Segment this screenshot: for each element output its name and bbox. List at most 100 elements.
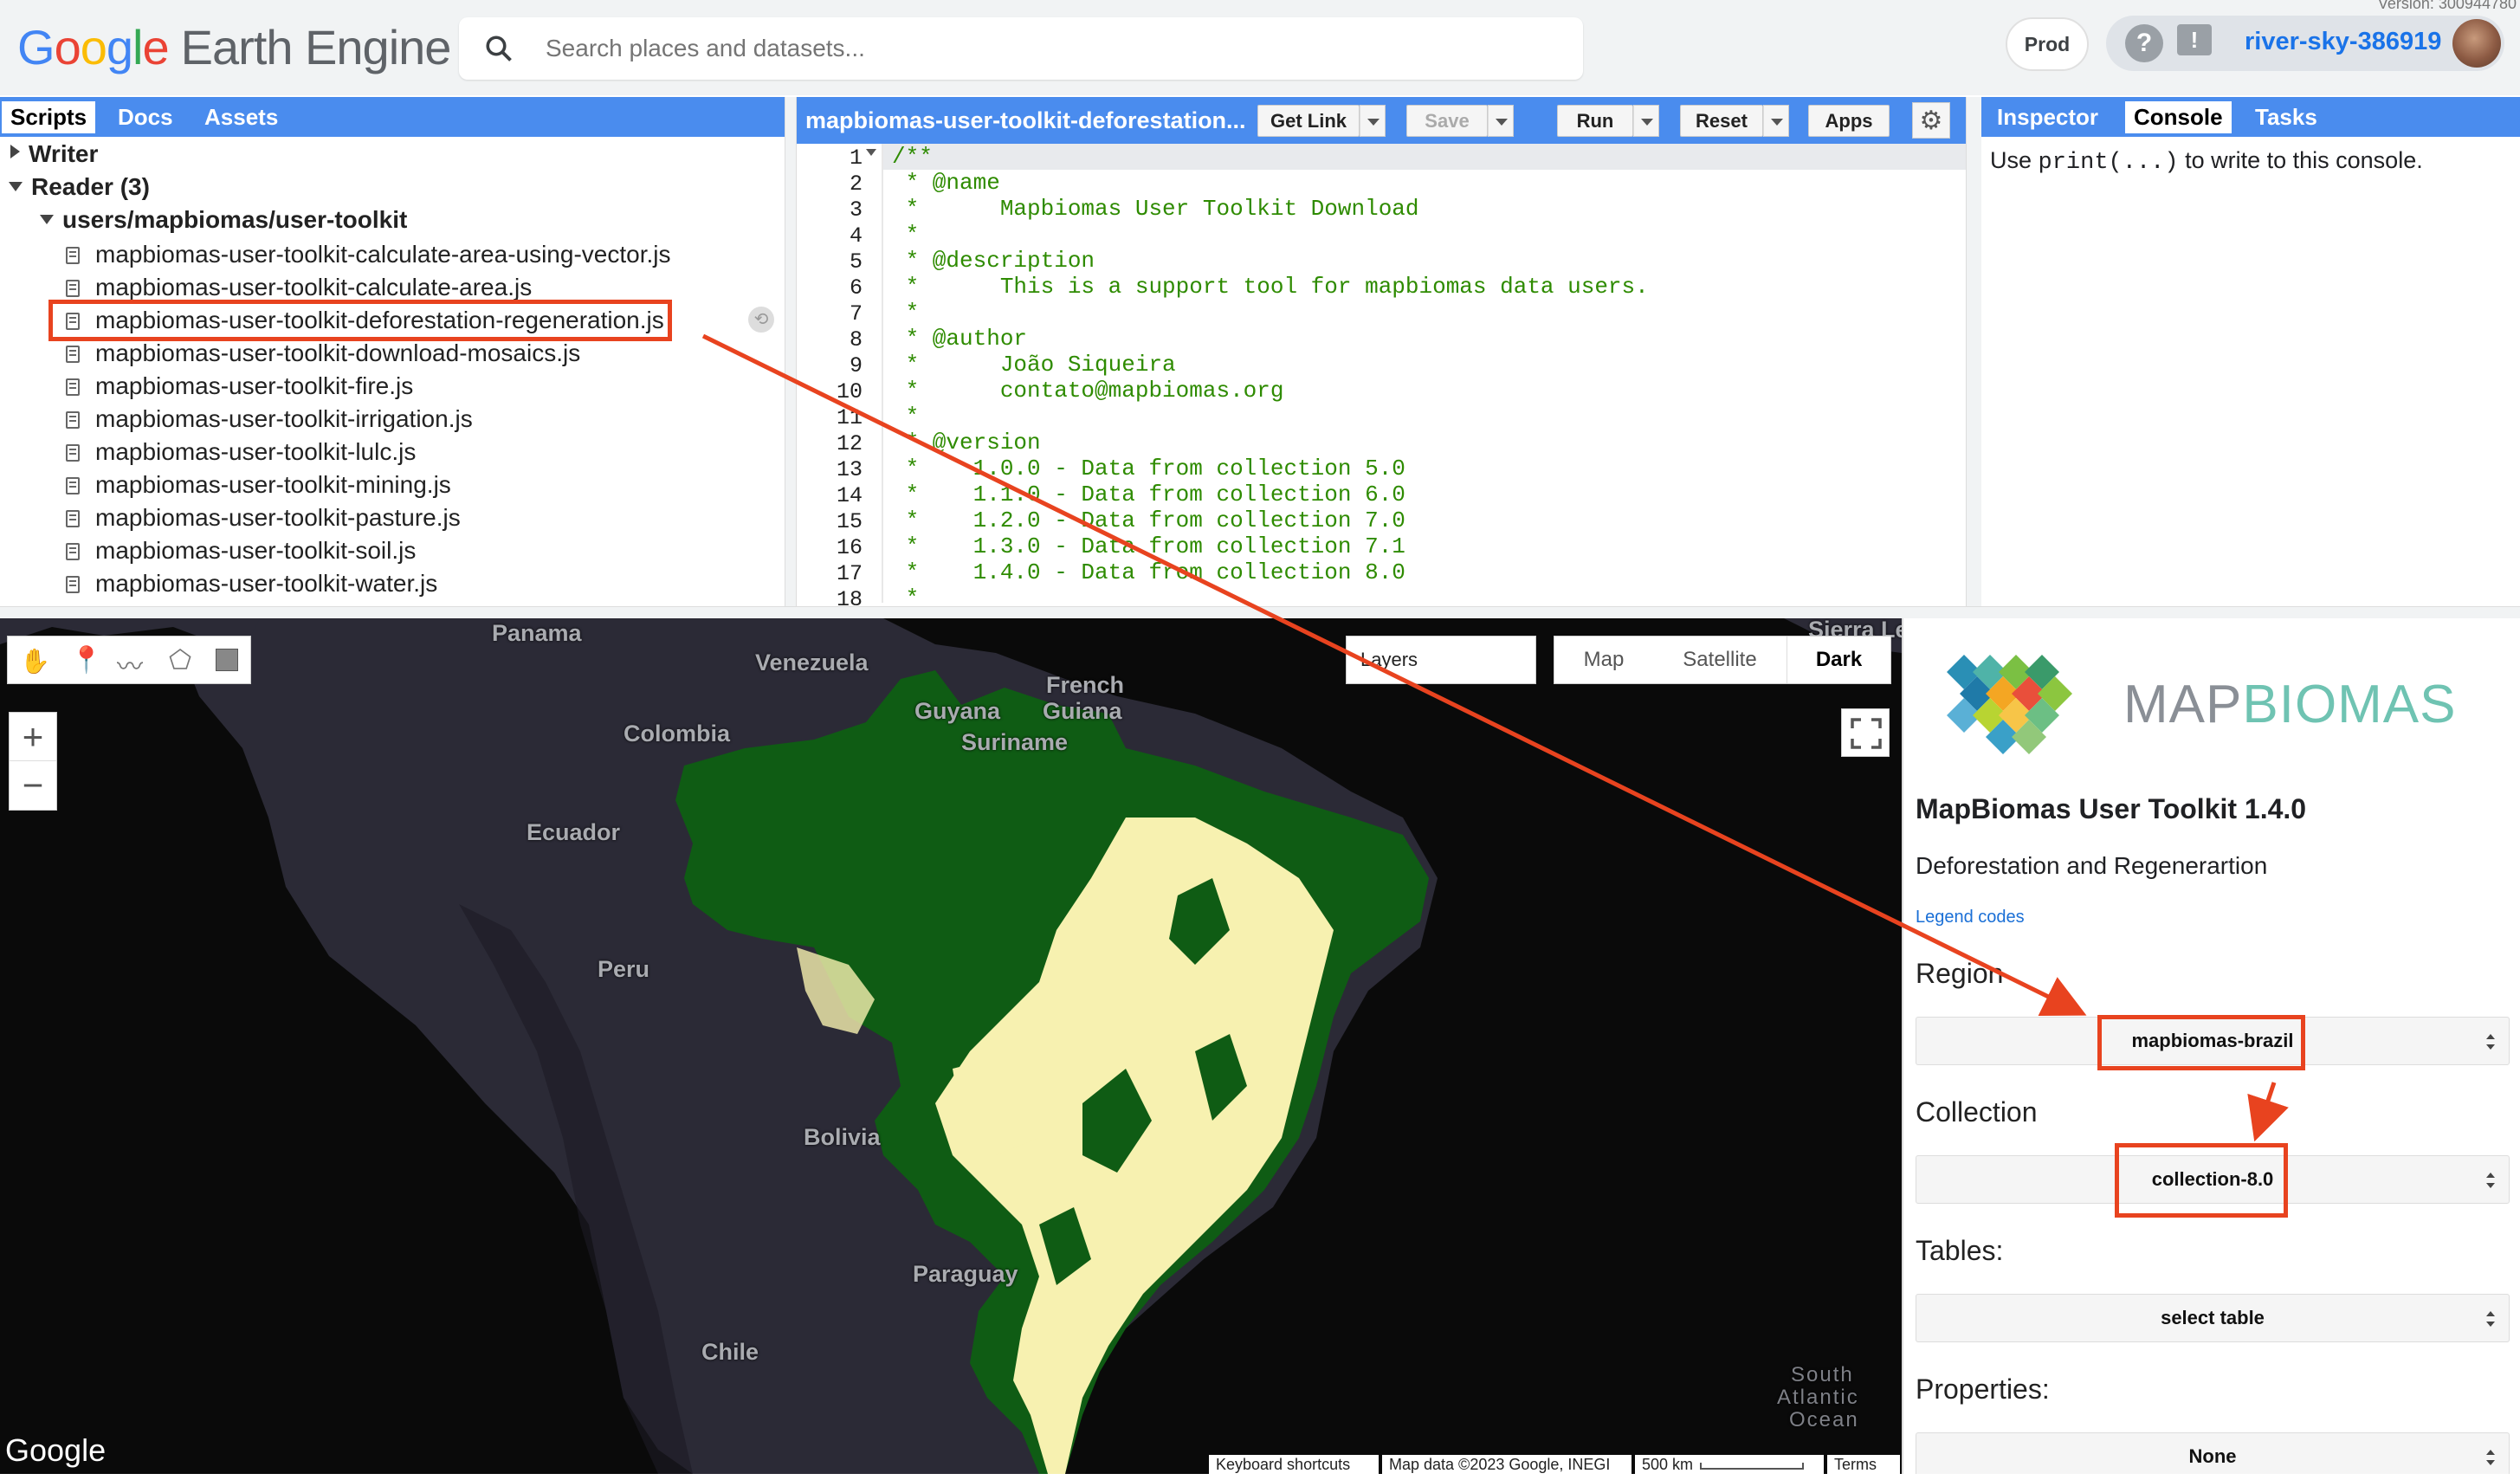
line-number: 12 <box>836 431 863 456</box>
zoom-in-button[interactable]: + <box>10 713 56 761</box>
map-label: Bolivia <box>804 1124 881 1150</box>
script-file[interactable]: mapbiomas-user-toolkit-mining.js <box>66 471 451 499</box>
code-line: * 1.2.0 - Data from collection 7.0 <box>892 507 1405 533</box>
script-file[interactable]: mapbiomas-user-toolkit-calculate-area.js <box>66 274 532 301</box>
get-link-button[interactable]: Get Link <box>1257 105 1360 137</box>
tab-inspector[interactable]: Inspector <box>1988 101 2107 133</box>
script-file[interactable]: mapbiomas-user-toolkit-download-mosaics.… <box>66 339 580 367</box>
map-label: Ocean <box>1789 1408 1859 1432</box>
polyline-icon[interactable]: 〰 <box>117 645 143 683</box>
apps-button[interactable]: Apps <box>1808 105 1890 137</box>
legend-codes-link[interactable]: Legend codes <box>1916 908 2025 927</box>
map-label: Suriname <box>961 729 1069 755</box>
top-bar: GoogleEarth Engine Prod ? ! river-sky-38… <box>0 0 2520 95</box>
script-file[interactable]: mapbiomas-user-toolkit-soil.js <box>66 537 416 565</box>
tab-scripts[interactable]: Scripts <box>2 101 96 133</box>
save-dropdown[interactable] <box>1488 105 1514 137</box>
run-button[interactable]: Run <box>1557 105 1633 137</box>
script-file-label: mapbiomas-user-toolkit-calculate-area-us… <box>95 241 671 268</box>
script-file[interactable]: mapbiomas-user-toolkit-lulc.js <box>66 438 416 466</box>
line-number: 10 <box>836 379 863 404</box>
code-line: * @description <box>892 248 1095 274</box>
script-file-label: mapbiomas-user-toolkit-lulc.js <box>95 438 417 465</box>
right-tab-bar: Inspector Console Tasks <box>1981 97 2520 137</box>
map-label: Guyana <box>914 698 1001 724</box>
script-file[interactable]: mapbiomas-user-toolkit-calculate-area-us… <box>66 241 670 268</box>
drawing-toolbar: ✋ 📍 〰 ⬠ <box>7 636 251 684</box>
tab-assets[interactable]: Assets <box>196 101 287 133</box>
code-line: * @version <box>892 430 1041 456</box>
script-file[interactable]: mapbiomas-user-toolkit-pasture.js <box>66 504 461 532</box>
reset-dropdown[interactable] <box>1763 105 1789 137</box>
history-icon[interactable]: ⟲ <box>748 307 774 333</box>
code-line: * 1.1.0 - Data from collection 6.0 <box>892 481 1405 507</box>
right-splitter[interactable] <box>1966 97 1981 606</box>
earth-engine-logo[interactable]: Google Earth Engine <box>17 19 451 75</box>
fold-icon[interactable] <box>866 149 876 156</box>
tab-tasks[interactable]: Tasks <box>2246 101 2326 133</box>
search-input[interactable] <box>546 29 1541 68</box>
map-label: Ecuador <box>527 819 621 845</box>
file-icon <box>66 247 80 264</box>
code-line: * Mapbiomas User Toolkit Download <box>892 196 1419 222</box>
google-mark: Google <box>5 1432 107 1468</box>
properties-select[interactable]: None <box>1916 1432 2510 1474</box>
script-file[interactable]: mapbiomas-user-toolkit-irrigation.js <box>66 405 473 433</box>
keyboard-shortcuts-link[interactable]: Keyboard shortcuts <box>1209 1455 1379 1474</box>
layers-button[interactable]: Layers <box>1346 636 1536 684</box>
script-file[interactable]: mapbiomas-user-toolkit-fire.js <box>66 372 413 400</box>
script-title[interactable]: mapbiomas-user-toolkit-deforestation... <box>805 107 1246 134</box>
zoom-out-button[interactable]: − <box>10 761 56 810</box>
select-arrows-icon <box>2486 1311 2495 1327</box>
map-type-satellite[interactable]: Satellite <box>1653 637 1787 683</box>
tree-repo[interactable]: users/mapbiomas/user-toolkit <box>40 206 407 234</box>
hand-icon[interactable]: ✋ <box>20 647 50 675</box>
search-box[interactable] <box>459 17 1583 80</box>
save-button[interactable]: Save <box>1406 105 1488 137</box>
feedback-icon[interactable]: ! <box>2177 24 2212 55</box>
scale-bar: 500 km <box>1635 1455 1824 1474</box>
map-label: Panama <box>492 620 582 646</box>
avatar[interactable] <box>2452 19 2501 68</box>
help-icon[interactable]: ? <box>2125 24 2163 62</box>
marker-icon[interactable]: 📍 <box>70 645 102 675</box>
fullscreen-icon[interactable] <box>1841 708 1890 757</box>
reset-button[interactable]: Reset <box>1680 105 1763 137</box>
script-file-label: mapbiomas-user-toolkit-calculate-area.js <box>95 274 533 301</box>
run-dropdown[interactable] <box>1633 105 1659 137</box>
collapse-icon <box>9 182 23 191</box>
version-text: Version: 300944780 <box>2377 0 2517 12</box>
tab-console[interactable]: Console <box>2125 101 2232 133</box>
map-label: Peru <box>598 956 650 982</box>
map-label: Venezuela <box>755 650 869 675</box>
select-arrows-icon <box>2486 1173 2495 1188</box>
map-canvas[interactable]: Panama Venezuela French Guiana Guyana Su… <box>0 618 1902 1474</box>
rectangle-icon[interactable] <box>216 649 238 671</box>
line-number: 2 <box>849 171 863 197</box>
left-splitter[interactable] <box>785 97 797 606</box>
annotation-box-selected-script <box>48 300 672 341</box>
console-hint: Use print(...) to write to this console. <box>1990 147 2423 176</box>
line-number: 9 <box>849 353 863 378</box>
map-type-map[interactable]: Map <box>1554 637 1653 683</box>
get-link-dropdown[interactable] <box>1360 105 1386 137</box>
toolkit-title: MapBiomas User Toolkit 1.4.0 <box>1916 793 2307 824</box>
gear-icon[interactable]: ⚙ <box>1912 102 1950 139</box>
account-name[interactable]: river-sky-386919 <box>2245 28 2441 56</box>
file-icon <box>66 411 80 429</box>
code-line: * 1.4.0 - Data from collection 8.0 <box>892 559 1405 585</box>
tree-reader[interactable]: Reader (3) <box>9 173 150 201</box>
map-type-dark[interactable]: Dark <box>1787 637 1890 683</box>
tables-select[interactable]: select table <box>1916 1294 2510 1342</box>
tree-writer[interactable]: Writer <box>10 140 98 168</box>
terms-link[interactable]: Terms <box>1827 1455 1900 1474</box>
map-type-control: Map Satellite Dark <box>1554 636 1891 684</box>
tab-docs[interactable]: Docs <box>109 101 182 133</box>
env-prod-button[interactable]: Prod <box>2006 17 2089 71</box>
code-line: * João Siqueira <box>892 352 1176 378</box>
code-line: * This is a support tool for mapbiomas d… <box>892 274 1649 300</box>
horizontal-splitter[interactable] <box>0 606 2520 618</box>
file-icon <box>66 444 80 462</box>
polygon-icon[interactable]: ⬠ <box>169 645 191 675</box>
script-file[interactable]: mapbiomas-user-toolkit-water.js <box>66 570 437 598</box>
